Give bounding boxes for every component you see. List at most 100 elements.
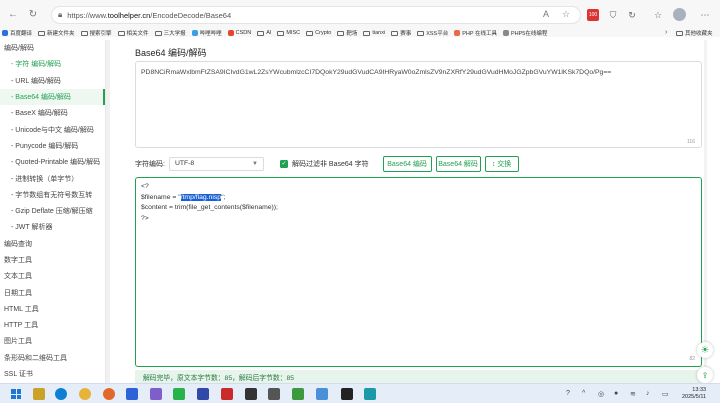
bookmark[interactable]: tianxi [363,30,385,36]
sidebar-item[interactable]: - URL 编码/解码 [0,73,105,89]
sidebar-item[interactable]: - 字节数组有无符号数互转 [0,187,105,203]
app-icon[interactable] [268,388,280,400]
terminal-icon[interactable] [245,388,257,400]
app-tray-icon[interactable]: ● [614,390,618,397]
extension-badge[interactable]: 100 [587,9,599,21]
chrome-icon[interactable] [79,388,91,400]
folder-icon [337,30,345,36]
bookmark[interactable]: MISC [277,30,300,36]
bookmark[interactable]: 三大学报 [154,29,186,37]
app-icon[interactable] [364,388,376,400]
sidebar-category[interactable]: 编码/解码 [0,40,105,56]
wechat-icon[interactable] [173,388,185,400]
app-icon[interactable] [126,388,138,400]
extension-refresh-icon[interactable]: ↻ [625,8,639,22]
sidebar-item[interactable]: - Quoted-Printable 编码/解码 [0,154,105,170]
extension-shield-icon[interactable]: ⛉ [606,8,620,22]
sidebar-item[interactable]: - Gzip Deflate 压缩/解压缩 [0,203,105,219]
favorite-star-icon[interactable]: ☆ [562,9,570,20]
base64-decode-button[interactable]: Base64 解码 [435,155,481,172]
charset-select[interactable]: UTF-8 ▼ [168,156,264,171]
bookmark[interactable]: Crypto [306,30,331,36]
address-bar[interactable]: 🔒︎ https://www.toolhelper.cn/EncodeDecod… [51,6,581,24]
sidebar-category[interactable]: 日期工具 [0,284,105,300]
sidebar-item[interactable]: - 进制转换（单字节） [0,170,105,186]
app-icon[interactable] [292,388,304,400]
sidebar-item[interactable]: - 字符 编码/解码 [0,56,105,72]
bookmark[interactable]: AI [257,30,271,36]
firefox-icon[interactable] [103,388,115,400]
bookmark[interactable]: 相关文件 [117,29,149,37]
profile-avatar[interactable] [673,8,686,21]
folder-icon [277,30,285,36]
edge-icon[interactable] [55,388,67,400]
file-explorer-icon[interactable] [33,388,45,400]
sidebar-item[interactable]: - Base64 编码/解码 [0,88,105,106]
sidebar-category[interactable]: 文本工具 [0,268,105,284]
chevron-down-icon: ▼ [252,160,258,167]
php5-icon [502,30,509,36]
sidebar: 编码/解码 - 字符 编码/解码 - URL 编码/解码 - Base64 编码/解码… [0,40,106,383]
wps-icon[interactable] [221,388,233,400]
folder-icon [306,30,314,36]
clock-time: 13:33 [692,387,707,393]
sidebar-category[interactable]: SSL 证书 [0,366,105,382]
bookmark[interactable]: 新建文件夹 [38,29,75,37]
wifi-icon[interactable]: ≋ [630,390,636,398]
csdn-icon [227,30,234,36]
app-icon[interactable] [197,388,209,400]
bookmark[interactable]: CSDN [227,30,251,36]
browser-toolbar: ← ↻ 🔒︎ https://www.toolhelper.cn/EncodeD… [0,0,720,29]
tray-chevron-icon[interactable]: ^ [582,390,585,397]
sidebar-category[interactable]: 数字工具 [0,252,105,268]
bookmark[interactable]: 靶场 [337,29,357,37]
output-textarea[interactable]: <? $filename = "/tmp/flag.nisp"; $conten… [135,177,702,367]
sidebar-category[interactable]: 图片工具 [0,333,105,349]
folder-icon [257,30,265,36]
sidebar-item[interactable]: - Punycode 编码/解码 [0,138,105,154]
sidebar-category[interactable]: HTML 工具 [0,301,105,317]
help-icon[interactable]: ? [566,390,570,397]
output-line: ?> [141,214,149,222]
volume-icon[interactable]: ♪ [646,390,650,397]
output-line: $content = trim(file_get_contents($filen… [141,204,278,211]
input-textarea[interactable]: PD8NCiRmaWxlbmFtZSA9ICIvdG1wL2ZsYWcubmlz… [135,61,702,148]
bookmark[interactable]: 搜索引擎 [80,29,112,37]
more-menu-icon[interactable]: ⋯ [698,8,712,22]
page-scrollbar[interactable] [704,40,707,383]
theme-toggle-icon[interactable]: ☀ [697,342,713,358]
bookmark[interactable]: 赛事 [391,29,411,37]
folder-icon [38,30,46,36]
sidebar-category[interactable]: 编码查询 [0,236,105,252]
share-icon[interactable]: ⇪ [697,367,713,383]
lock-icon: 🔒︎ [58,10,63,19]
folder-icon [154,30,162,36]
sidebar-category[interactable]: 条形码和二维码工具 [0,350,105,366]
back-icon[interactable]: ← [6,8,20,22]
burp-icon[interactable] [341,388,353,400]
windows-start-icon[interactable] [11,389,21,399]
read-aloud-icon[interactable]: A [543,9,549,19]
bookmark-other[interactable]: 其他收藏夹 [676,29,713,37]
sidebar-item[interactable]: - JWT 解析器 [0,219,105,235]
swap-button[interactable]: ↕ 交换 [484,155,519,172]
app-tray-icon[interactable]: ◎ [598,390,604,398]
filter-checkbox[interactable]: ✓ [279,159,288,168]
base64-encode-button[interactable]: Base64 编码 [382,155,432,172]
bookmark[interactable]: PHP5在线编程 [502,29,547,37]
favorites-icon[interactable]: ☆ [651,8,665,22]
bookmark[interactable]: XSS平台 [417,29,448,37]
bookmark[interactable]: PHP 在线工具 [454,29,497,37]
input-text: PD8NCiRmaWxlbmFtZSA9ICIvdG1wL2ZsYWcubmlz… [141,69,612,76]
clock[interactable]: 13:33 2025/5/11 [682,387,706,401]
chevron-right-icon[interactable]: › [665,29,667,36]
bookmark[interactable]: 百度翻译 [2,29,32,37]
app-icon[interactable] [150,388,162,400]
sidebar-category[interactable]: HTTP 工具 [0,317,105,333]
refresh-icon[interactable]: ↻ [26,8,40,22]
battery-icon[interactable]: ▭ [662,390,669,398]
app-icon[interactable] [316,388,328,400]
bookmark[interactable]: 哔哩哔哩 [191,29,222,37]
sidebar-item[interactable]: - BaseX 编码/解码 [0,105,105,121]
sidebar-item[interactable]: - Unicode与中文 编码/解码 [0,121,105,137]
